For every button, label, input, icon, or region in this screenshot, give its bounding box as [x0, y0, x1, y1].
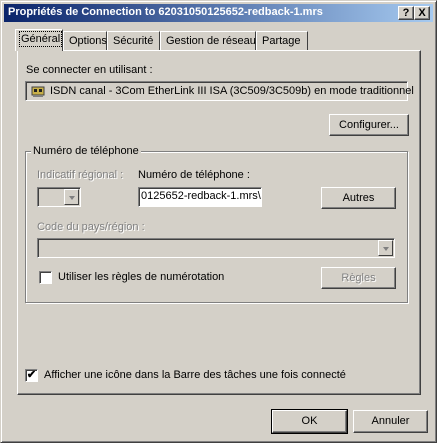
ok-button[interactable]: OK [271, 409, 348, 434]
general-panel [17, 50, 421, 395]
tab-options[interactable]: Options [63, 31, 107, 50]
tab-networking[interactable]: Gestion de réseau [160, 31, 256, 50]
cancel-button[interactable]: Annuler [353, 410, 428, 433]
close-button[interactable]: X [414, 6, 430, 20]
tab-sharing[interactable]: Partage [256, 31, 308, 50]
tab-general[interactable]: Général [15, 29, 63, 51]
properties-dialog: Propriétés de Connection to 620310501256… [0, 0, 437, 443]
tab-security[interactable]: Sécurité [107, 31, 160, 50]
window-title: Propriétés de Connection to 620310501256… [8, 6, 323, 18]
help-button[interactable]: ? [398, 6, 414, 20]
title-bar[interactable]: Propriétés de Connection to 620310501256… [4, 4, 433, 22]
